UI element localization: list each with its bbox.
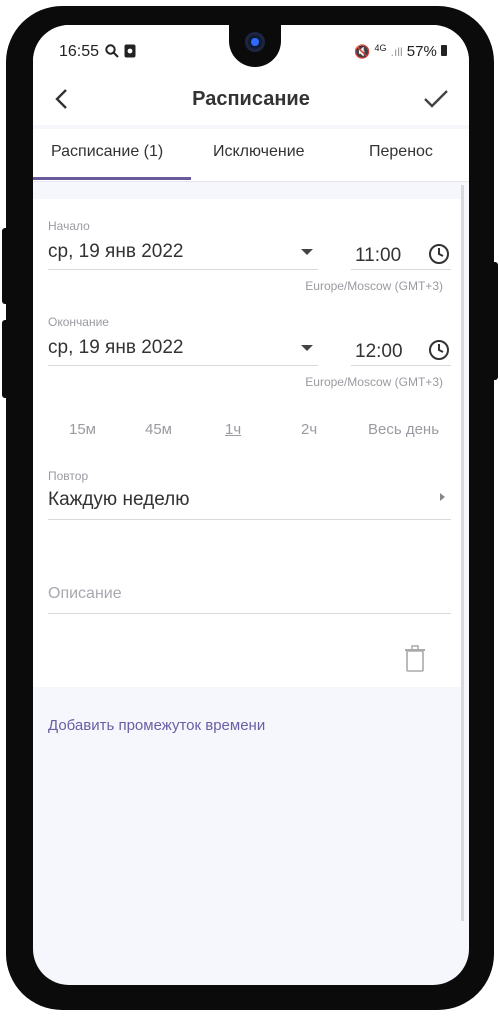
start-time[interactable]: 11:00 bbox=[355, 245, 401, 267]
battery-percent: 57% bbox=[406, 43, 437, 60]
repeat-value[interactable]: Каждую неделю bbox=[48, 489, 189, 511]
clock-icon[interactable] bbox=[428, 243, 450, 265]
start-date-underline bbox=[48, 269, 318, 270]
repeat-label: Повтор bbox=[48, 469, 89, 483]
status-time: 16:55 bbox=[59, 43, 100, 60]
app-icon bbox=[124, 44, 136, 58]
trash-icon[interactable] bbox=[403, 645, 427, 673]
add-time-interval-link[interactable]: Добавить промежуток времени bbox=[48, 717, 265, 734]
page-title: Расписание bbox=[192, 88, 310, 110]
start-date[interactable]: ср, 19 янв 2022 bbox=[48, 241, 183, 263]
start-label: Начало bbox=[48, 219, 90, 233]
active-tab-indicator bbox=[33, 177, 191, 180]
duration-1h[interactable]: 1ч bbox=[225, 421, 241, 438]
tab-exception[interactable]: Исключение bbox=[213, 143, 305, 161]
description-input[interactable]: Описание bbox=[48, 585, 122, 603]
end-label: Окончание bbox=[48, 315, 109, 329]
start-time-underline bbox=[351, 269, 451, 270]
end-timezone: Europe/Moscow (GMT+3) bbox=[305, 375, 443, 389]
duration-45m[interactable]: 45м bbox=[145, 421, 172, 438]
end-time[interactable]: 12:00 bbox=[355, 341, 403, 363]
tab-schedule[interactable]: Расписание (1) bbox=[51, 143, 163, 161]
mute-icon: 🔇 bbox=[354, 44, 371, 59]
tab-transfer[interactable]: Перенос bbox=[369, 143, 433, 161]
chevron-right-icon[interactable] bbox=[440, 493, 445, 501]
start-date-dropdown-icon[interactable] bbox=[301, 249, 313, 255]
status-right: 🔇 4G .ıll 57% bbox=[354, 43, 447, 60]
clock-icon[interactable] bbox=[428, 339, 450, 361]
app-screen: 16:55 🔇 4G .ıll 57% Расписание Расписани… bbox=[33, 25, 469, 985]
end-date[interactable]: ср, 19 янв 2022 bbox=[48, 337, 183, 359]
check-icon[interactable] bbox=[421, 85, 451, 113]
top-app-bar: Расписание bbox=[33, 75, 469, 125]
battery-icon bbox=[441, 45, 447, 56]
start-timezone: Europe/Moscow (GMT+3) bbox=[305, 279, 443, 293]
end-date-underline bbox=[48, 365, 318, 366]
duration-all-day[interactable]: Весь день bbox=[368, 421, 439, 438]
duration-15m[interactable]: 15м bbox=[69, 421, 96, 438]
signal-icon: .ıll bbox=[390, 45, 403, 59]
end-time-underline bbox=[351, 365, 451, 366]
description-underline bbox=[48, 613, 451, 614]
tab-bar: Расписание (1) Исключение Перенос bbox=[33, 129, 469, 182]
end-date-dropdown-icon[interactable] bbox=[301, 345, 313, 351]
network-icon: 4G bbox=[374, 43, 387, 53]
duration-2h[interactable]: 2ч bbox=[301, 421, 317, 438]
camera-lens-icon bbox=[245, 32, 265, 52]
search-icon bbox=[105, 44, 119, 58]
scrollbar[interactable] bbox=[461, 185, 464, 921]
repeat-underline bbox=[48, 519, 451, 520]
